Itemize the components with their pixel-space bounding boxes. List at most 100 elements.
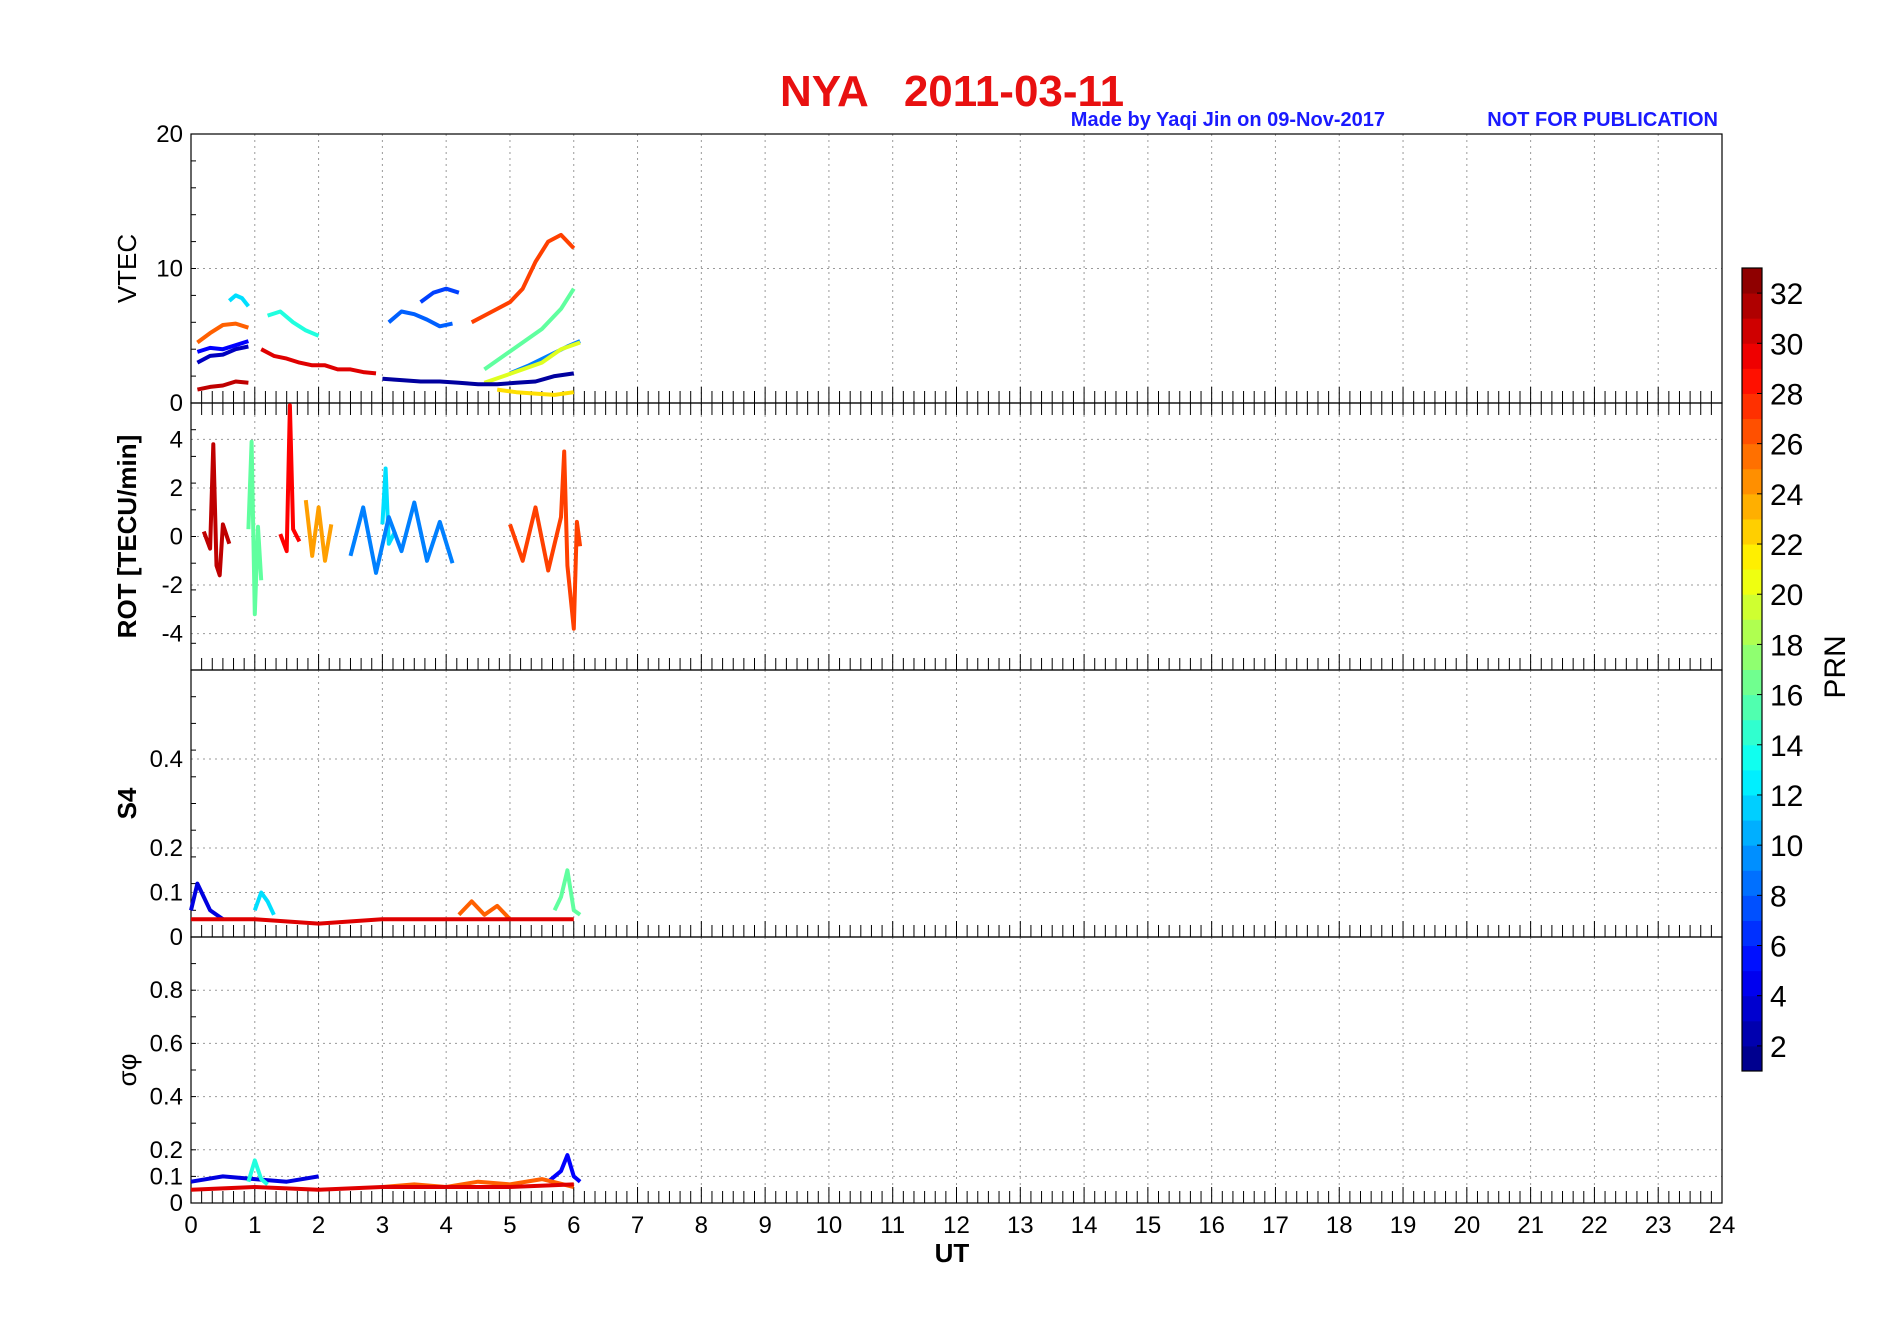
x-tick-label: 4 — [439, 1212, 452, 1239]
colorbar-tick-label: 24 — [1770, 479, 1803, 512]
colorbar-tick-label: 26 — [1770, 429, 1803, 462]
series-prn-26 — [196, 321, 250, 345]
colorbar-segment — [1742, 518, 1762, 545]
colorbar-tick-label: 28 — [1770, 378, 1803, 411]
y-tick-label: 0.2 — [150, 1137, 183, 1164]
x-tick-label: 17 — [1262, 1212, 1289, 1239]
x-tick-label: 23 — [1645, 1212, 1672, 1239]
x-tick-label: 24 — [1709, 1212, 1736, 1239]
x-axis-label: UT — [935, 1238, 970, 1268]
panels: 01020VTEC-4-2024ROT [TECU/min]00.10.20.4… — [112, 121, 1735, 1239]
series-prn-16 — [246, 439, 264, 617]
series-prn-8 — [387, 309, 453, 329]
colorbar-segment — [1742, 794, 1762, 821]
colorbar-segment — [1742, 569, 1762, 595]
figure: NYA 2011-03-11 Made by Yaqi Jin on 09-No… — [112, 67, 1852, 1268]
x-tick-label: 12 — [943, 1212, 970, 1239]
y-tick-label: 0 — [170, 1190, 183, 1217]
colorbar-tick-label: 30 — [1770, 328, 1803, 361]
y-tick-label: 20 — [156, 121, 183, 148]
colorbar-tick-label: 12 — [1770, 780, 1803, 813]
panel-sigma_phi: 00.10.2 0.4 0.6 0.8 σφ — [112, 936, 1723, 1217]
colorbar-tick-label: 18 — [1770, 629, 1803, 662]
y-tick-label: 2 — [170, 475, 183, 502]
x-tick-label: 18 — [1326, 1212, 1353, 1239]
colorbar-segment — [1742, 368, 1762, 394]
colorbar-segment — [1742, 318, 1762, 344]
x-tick-label: 16 — [1198, 1212, 1225, 1239]
publication-notice: NOT FOR PUBLICATION — [1487, 109, 1718, 131]
colorbar-tick-label: 4 — [1770, 981, 1787, 1014]
x-tick-label: 1 — [248, 1212, 261, 1239]
colorbar-segment — [1742, 468, 1762, 495]
colorbar-segment — [1742, 443, 1762, 470]
colorbar-segment — [1742, 493, 1762, 520]
colorbar: 2468101214161820222426283032 — [1741, 267, 1803, 1072]
colorbar-tick-label: 32 — [1770, 278, 1803, 311]
colorbar-tick-label: 8 — [1770, 880, 1787, 913]
x-tick-label: 2 — [312, 1212, 325, 1239]
colorbar-segment — [1742, 644, 1762, 670]
colorbar-label: PRN — [1819, 635, 1852, 698]
y-axis-label: S4 — [112, 787, 142, 819]
series-prn-31 — [201, 442, 232, 578]
x-tick-label: 19 — [1390, 1212, 1417, 1239]
x-tick-label: 22 — [1581, 1212, 1608, 1239]
x-tick-label: 20 — [1453, 1212, 1480, 1239]
x-tick-label: 5 — [503, 1212, 516, 1239]
colorbar-segment — [1742, 418, 1762, 445]
series-prn-16 — [483, 287, 576, 372]
series-prn-12 — [252, 890, 276, 916]
series-prn-2 — [382, 371, 575, 387]
colorbar-tick-label: 6 — [1770, 931, 1787, 964]
x-tick-label: 14 — [1071, 1212, 1098, 1239]
y-tick-label: -2 — [162, 572, 183, 599]
colorbar-segment — [1742, 870, 1762, 896]
series-prn-29 — [278, 403, 302, 554]
y-axis-label: ROT [TECU/min] — [112, 435, 142, 639]
colorbar-segment — [1742, 268, 1762, 294]
x-tick-label: 7 — [631, 1212, 644, 1239]
x-tick-label: 10 — [816, 1212, 843, 1239]
colorbar-segment — [1742, 970, 1762, 997]
y-tick-label: 0 — [170, 390, 183, 417]
x-tick-label: 6 — [567, 1212, 580, 1239]
y-axis-label: VTEC — [112, 234, 142, 303]
y-tick-label: 0.8 — [150, 977, 183, 1004]
colorbar-segment — [1742, 895, 1762, 921]
series-prn-4 — [189, 881, 225, 921]
colorbar-segment — [1742, 293, 1762, 319]
colorbar-segment — [1742, 393, 1762, 420]
x-tick-label: 13 — [1007, 1212, 1034, 1239]
y-tick-label: 0 — [170, 924, 183, 951]
x-tick-label: 8 — [695, 1212, 708, 1239]
y-tick-label: 0.1 — [150, 880, 183, 907]
series-prn-26 — [457, 899, 512, 921]
colorbar-tick-label: 20 — [1770, 579, 1803, 612]
y-tick-label: 10 — [156, 256, 183, 283]
colorbar-segment — [1742, 619, 1762, 645]
series-prn-30 — [190, 1182, 574, 1192]
colorbar-segment — [1742, 594, 1762, 620]
series-prn-9 — [348, 500, 455, 575]
colorbar-segment — [1742, 744, 1762, 771]
colorbar-tick-label: 2 — [1770, 1031, 1787, 1064]
y-tick-label: 0.4 — [150, 746, 183, 773]
colorbar-segment — [1742, 343, 1762, 369]
colorbar-segment — [1742, 845, 1762, 871]
x-tick-label: 0 — [184, 1212, 197, 1239]
x-tick-label: 3 — [376, 1212, 389, 1239]
colorbar-segment — [1742, 719, 1762, 746]
colorbar-tick-label: 16 — [1770, 680, 1803, 713]
x-tick-label: 11 — [880, 1212, 905, 1239]
colorbar-segment — [1742, 995, 1762, 1022]
colorbar-segment — [1742, 769, 1762, 796]
y-tick-label: 4 — [170, 426, 183, 453]
panel-s4: 0 0.1 0.2 0.4 S4 — [112, 669, 1723, 951]
y-tick-label: 0.2 — [150, 835, 183, 862]
y-axis-label: σφ — [112, 1054, 142, 1087]
y-tick-label: 0.6 — [150, 1030, 183, 1057]
series-prn-14 — [266, 309, 320, 338]
colorbar-tick-label: 14 — [1770, 730, 1803, 763]
colorbar-segment — [1742, 920, 1762, 947]
